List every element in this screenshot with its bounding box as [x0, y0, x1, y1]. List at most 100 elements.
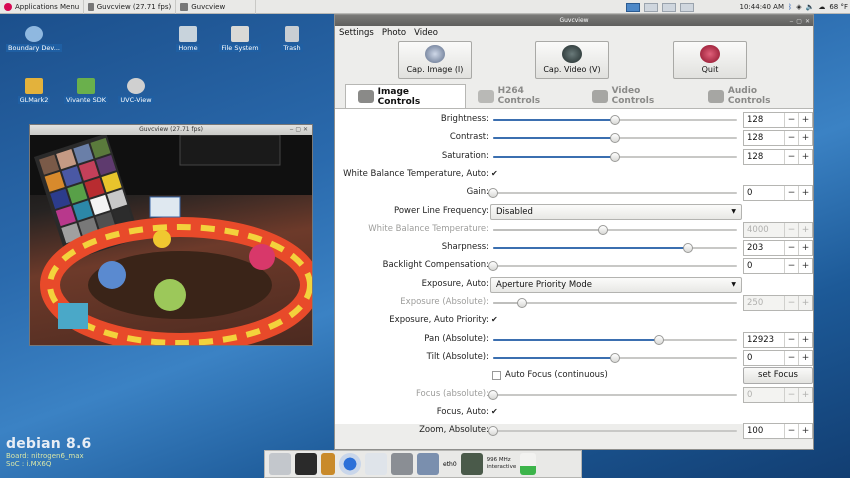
terminal-icon[interactable] — [295, 453, 317, 475]
slider-handle[interactable] — [488, 426, 498, 437]
decrement-button[interactable]: − — [784, 131, 798, 146]
control-spinbox[interactable]: 0− + — [743, 185, 813, 202]
minimize-icon[interactable]: ‒ — [789, 16, 793, 27]
spinbox-value[interactable]: 0 — [744, 259, 784, 273]
close-icon[interactable]: ✕ — [805, 16, 810, 27]
control-slider[interactable] — [488, 426, 737, 437]
clock[interactable]: 10:44:40 AM — [740, 3, 785, 11]
decrement-button[interactable]: − — [784, 149, 798, 164]
screenshot-icon[interactable] — [391, 453, 413, 475]
spinbox-value[interactable]: 128 — [744, 131, 784, 145]
desktop-icon-uvc-view[interactable]: UVC-View — [106, 78, 166, 104]
control-slider[interactable] — [493, 352, 737, 363]
guvcview-window[interactable]: Guvcview ‒ ▢ ✕ Settings Photo Video Cap.… — [334, 14, 814, 450]
spinbox-value[interactable]: 128 — [744, 113, 784, 127]
spinbox-value[interactable]: 0 — [744, 351, 784, 365]
control-slider[interactable] — [493, 115, 737, 125]
set-focus-button[interactable]: set Focus — [743, 367, 813, 385]
preview-title-bar[interactable]: Guvcview (27.71 fps) ‒ ▢ ✕ — [30, 125, 312, 135]
checkbox-checked[interactable]: ✔ — [491, 316, 500, 325]
spinbox-value[interactable]: 12923 — [744, 333, 784, 347]
browser-icon[interactable] — [339, 453, 361, 475]
workspace-2[interactable] — [643, 2, 658, 12]
desktop-icon-glmark2[interactable]: GLMark2 — [4, 78, 64, 104]
auto-focus-checkbox[interactable] — [492, 371, 501, 381]
slider-handle[interactable] — [610, 352, 620, 363]
decrement-button[interactable]: − — [784, 424, 798, 439]
control-spinbox[interactable]: 12923− + — [743, 331, 813, 348]
desktop-icon-file-system[interactable]: File System — [210, 26, 270, 52]
increment-button[interactable]: + — [798, 186, 812, 201]
decrement-button[interactable]: − — [784, 350, 798, 365]
capture-image-button[interactable]: Cap. Image (I) — [398, 41, 472, 79]
image-viewer-icon[interactable] — [365, 453, 387, 475]
control-spinbox[interactable]: 0− + — [743, 349, 813, 366]
window-title-bar[interactable]: Guvcview ‒ ▢ ✕ — [335, 15, 813, 26]
control-slider[interactable] — [488, 261, 737, 272]
checkbox-checked[interactable]: ✔ — [491, 169, 500, 179]
decrement-button[interactable]: − — [784, 332, 798, 347]
workspace-3[interactable] — [661, 2, 676, 12]
cpu-monitor-icon[interactable] — [460, 453, 483, 475]
quit-button[interactable]: Quit — [673, 41, 747, 79]
slider-handle[interactable] — [653, 334, 664, 345]
spinbox-value[interactable]: 203 — [744, 241, 784, 255]
increment-button[interactable]: + — [798, 259, 812, 274]
applications-menu[interactable]: Applications Menu — [0, 0, 85, 14]
volume-icon[interactable]: 🔈 — [806, 3, 815, 11]
desktop-icon-trash[interactable]: Trash — [262, 26, 322, 52]
window-controls[interactable]: ‒ ▢ ✕ — [290, 125, 308, 135]
increment-button[interactable]: + — [798, 350, 812, 365]
control-spinbox[interactable]: 128− + — [743, 130, 813, 147]
control-dropdown[interactable]: Aperture Priority Mode ▼ — [490, 276, 742, 293]
spinbox-value[interactable]: 0 — [744, 186, 784, 200]
slider-handle[interactable] — [610, 133, 620, 144]
folder-icon[interactable] — [417, 453, 439, 475]
tab-image-controls[interactable]: Image Controls — [345, 84, 466, 108]
tab-video-controls[interactable]: Video Controls — [580, 84, 696, 108]
increment-button[interactable]: + — [798, 332, 812, 347]
slider-handle[interactable] — [488, 188, 498, 199]
increment-button[interactable]: + — [798, 149, 812, 164]
increment-button[interactable]: + — [798, 131, 812, 146]
show-desktop-icon[interactable] — [269, 453, 291, 475]
control-slider[interactable] — [488, 188, 737, 199]
bluetooth-icon[interactable]: ᛒ — [788, 3, 792, 11]
weather-icon[interactable]: ☁ — [818, 3, 825, 11]
taskbar-window-main[interactable]: Guvcview — [176, 0, 257, 14]
increment-button[interactable]: + — [798, 113, 812, 127]
menu-settings[interactable]: Settings — [339, 28, 374, 38]
tab-h264-controls[interactable]: H264 Controls — [466, 84, 580, 108]
control-slider[interactable] — [493, 334, 737, 345]
spinbox-value[interactable]: 100 — [744, 424, 784, 438]
desktop-icon-boundary-devices[interactable]: Boundary Dev... — [4, 26, 64, 52]
control-slider[interactable] — [493, 151, 737, 162]
slider-handle[interactable] — [610, 151, 620, 162]
control-spinbox[interactable]: 100− + — [743, 423, 813, 440]
control-slider[interactable] — [493, 133, 737, 144]
maximize-icon[interactable]: ▢ — [796, 16, 802, 27]
menu-video[interactable]: Video — [414, 28, 438, 38]
capture-video-button[interactable]: Cap. Video (V) — [535, 41, 609, 79]
increment-button[interactable]: + — [798, 424, 812, 439]
tab-audio-controls[interactable]: Audio Controls — [696, 84, 813, 108]
control-dropdown[interactable]: Disabled ▼ — [490, 203, 742, 220]
slider-handle[interactable] — [610, 115, 620, 125]
spinbox-value[interactable]: 128 — [744, 150, 784, 164]
network-icon[interactable]: ◈ — [796, 3, 801, 11]
slider-handle[interactable] — [683, 243, 694, 254]
decrement-button[interactable]: − — [784, 113, 798, 127]
taskbar-window-preview[interactable]: Guvcview (27.71 fps) — [84, 0, 177, 14]
decrement-button[interactable]: − — [784, 259, 798, 274]
checkbox-checked[interactable]: ✔ — [491, 407, 500, 417]
menu-photo[interactable]: Photo — [382, 28, 406, 38]
workspace-4[interactable] — [679, 2, 694, 12]
disk-icon[interactable] — [321, 453, 335, 475]
decrement-button[interactable]: − — [784, 186, 798, 201]
increment-button[interactable]: + — [798, 241, 812, 256]
control-spinbox[interactable]: 0− + — [743, 258, 813, 275]
control-spinbox[interactable]: 128− + — [743, 148, 813, 165]
preview-window[interactable]: Guvcview (27.71 fps) ‒ ▢ ✕ — [29, 124, 313, 346]
decrement-button[interactable]: − — [784, 241, 798, 256]
control-spinbox[interactable]: 203− + — [743, 240, 813, 257]
